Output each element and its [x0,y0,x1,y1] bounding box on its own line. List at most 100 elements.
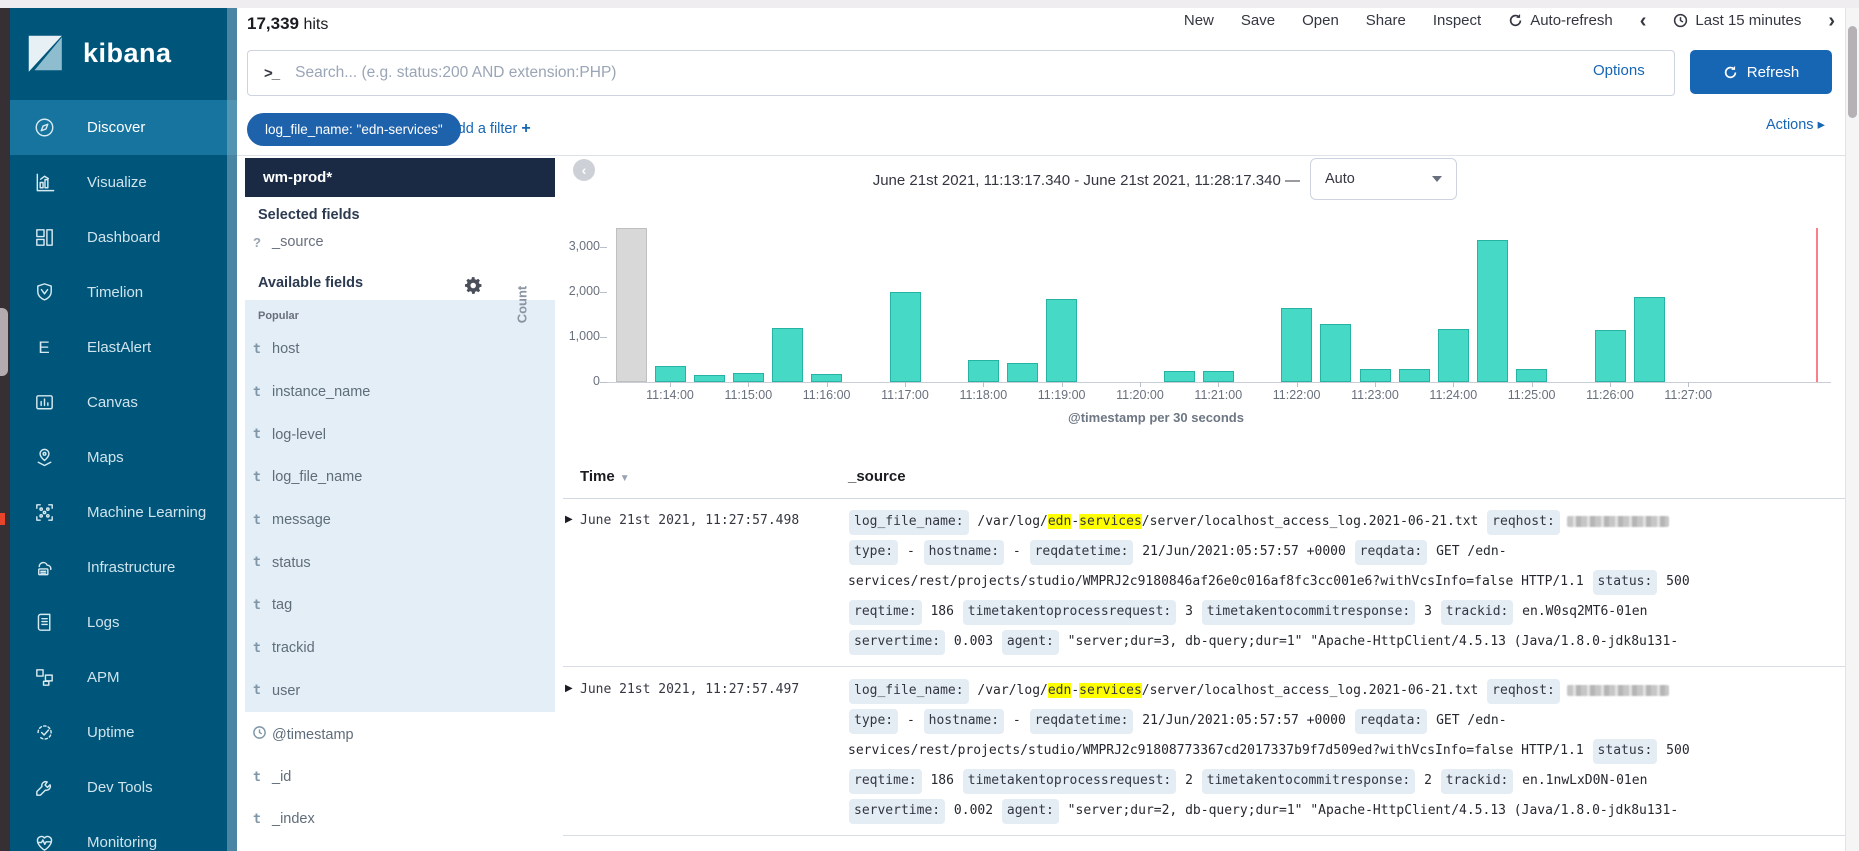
source-text: 500 [1658,574,1689,589]
histogram-bar[interactable] [1360,369,1391,382]
search-input[interactable] [293,63,1674,83]
infrastructure-icon [32,556,56,580]
source-text: en.1nwLxD0N-01en [1514,773,1647,788]
histogram-plot[interactable] [607,228,1831,383]
histogram-bar[interactable] [1634,297,1665,383]
histogram-bar[interactable] [1007,363,1038,382]
logs-icon [32,611,56,635]
sidebar-item-elastalert[interactable]: EElastAlert [10,320,237,375]
machine-learning-icon [32,501,56,525]
sidebar-item-apm[interactable]: APM [10,650,237,705]
time-forward-button[interactable]: › [1828,14,1835,28]
sidebar-item-dev-tools[interactable]: Dev Tools [10,760,237,815]
menu-item-share[interactable]: Share [1366,12,1406,29]
time-back-button[interactable]: ‹ [1640,14,1647,28]
histogram-bar[interactable] [733,373,764,382]
field-item-message[interactable]: tmessage [245,499,555,542]
sidebar-item-monitoring[interactable]: Monitoring [10,815,237,851]
sidebar-item-machine-learning[interactable]: Machine Learning [10,485,237,540]
expand-row-icon[interactable]: ▶ [565,514,573,525]
source-key: status: [1593,739,1658,764]
gear-icon[interactable] [465,277,482,294]
add-filter-link[interactable]: Add a filter + [448,120,531,138]
sidebar-item-timelion[interactable]: Timelion [10,265,237,320]
histogram-bar[interactable] [1438,329,1469,382]
field-name: @timestamp [272,727,354,743]
field-item-status[interactable]: tstatus [245,541,555,584]
refresh-button[interactable]: Refresh [1690,50,1832,94]
histogram-bar[interactable] [655,366,686,382]
histogram-bar[interactable] [1477,240,1508,382]
x-axis-tick [748,382,749,387]
x-axis-tick [1218,382,1219,387]
interval-select[interactable]: Auto [1310,158,1457,200]
sidebar-item-uptime[interactable]: Uptime [10,705,237,760]
field-item-log-file-name[interactable]: tlog_file_name [245,456,555,499]
histogram-bar[interactable] [616,228,647,382]
source-line: servertime: 0.002 agent: "server;dur=2, … [848,799,1848,829]
kibana-discover-page: kibana DiscoverVisualizeDashboardTimelio… [0,0,1859,851]
menu-item-open[interactable]: Open [1302,12,1339,29]
table-row[interactable]: ▶June 21st 2021, 11:27:57.498log_file_na… [563,498,1859,667]
histogram-bar[interactable] [1046,299,1077,382]
table-row[interactable]: ▶June 21st 2021, 11:27:57.497log_file_na… [563,667,1859,836]
source-key: type: [849,540,898,565]
dashboard-icon [32,226,56,250]
string-type-icon: t [253,470,267,485]
menu-item-inspect[interactable]: Inspect [1433,12,1481,29]
source-key: hostname: [924,709,1004,734]
options-link[interactable]: Options [1593,62,1645,79]
auto-refresh-button[interactable]: Auto-refresh [1508,12,1613,29]
scrollbar-thumb[interactable] [1848,26,1857,118]
source-key: timetakentocommitresponse: [1202,600,1416,625]
menu-item-new[interactable]: New [1184,12,1214,29]
x-axis-tick-label: 11:21:00 [1183,388,1253,402]
row-source: log_file_name: /var/log/edn-services/ser… [848,510,1848,660]
top-menu: New Save Open Share Inspect Auto-refresh ‹ L… [1184,12,1835,29]
hits-count: 17,339 hits [247,14,328,34]
histogram-bar[interactable] [772,328,803,382]
source-text: - [899,713,922,728]
field-name: _index [272,811,315,827]
sidebar-item-infrastructure[interactable]: Infrastructure [10,540,237,595]
field-item--id[interactable]: t_id [245,756,555,798]
highlighted-text: services [1079,683,1142,698]
field-item-tag[interactable]: ttag [245,584,555,627]
string-type-icon: t [253,555,267,570]
histogram-bar[interactable] [1399,369,1430,382]
actions-link[interactable]: Actions ▸ [1766,117,1825,133]
sidebar-item-visualize[interactable]: Visualize [10,155,237,210]
sidebar-item-dashboard[interactable]: Dashboard [10,210,237,265]
sidebar-item-logs[interactable]: Logs [10,595,237,650]
time-picker-button[interactable]: Last 15 minutes [1673,12,1801,29]
histogram-bar[interactable] [1203,371,1234,382]
field-item-source[interactable]: ? _source [253,234,324,250]
histogram-bar[interactable] [694,375,725,382]
sidebar-item-label: APM [87,669,120,686]
sidebar-item-maps[interactable]: Maps [10,430,237,485]
source-text: GET /edn- [1428,713,1506,728]
field-item-user[interactable]: tuser [245,670,555,713]
histogram-bar[interactable] [890,292,921,382]
field-name: status [272,555,311,571]
histogram-bar[interactable] [1595,330,1626,382]
chevron-right-icon: ▸ [1818,117,1825,133]
histogram-bar[interactable] [1516,369,1547,383]
letter-e-icon: E [32,336,56,360]
field-item--timestamp[interactable]: @timestamp [245,714,555,756]
histogram-bar[interactable] [1164,371,1195,382]
menu-item-save[interactable]: Save [1241,12,1275,29]
source-text: /server/localhost_access_log.2021-06-21.… [1142,514,1486,529]
sidebar-item-canvas[interactable]: Canvas [10,375,237,430]
field-item--index[interactable]: t_index [245,798,555,840]
expand-row-icon[interactable]: ▶ [565,683,573,694]
x-axis-tick-label: 11:25:00 [1497,388,1567,402]
filter-pill[interactable]: log_file_name: "edn-services" [247,113,461,146]
histogram-bar[interactable] [1281,308,1312,382]
histogram-bar[interactable] [968,360,999,383]
histogram-bar[interactable] [811,374,842,382]
histogram-bar[interactable] [1320,324,1351,382]
sidebar-item-discover[interactable]: Discover [10,100,237,155]
time-column-header[interactable]: Time▼ [580,468,630,485]
field-item-trackid[interactable]: ttrackid [245,627,555,670]
